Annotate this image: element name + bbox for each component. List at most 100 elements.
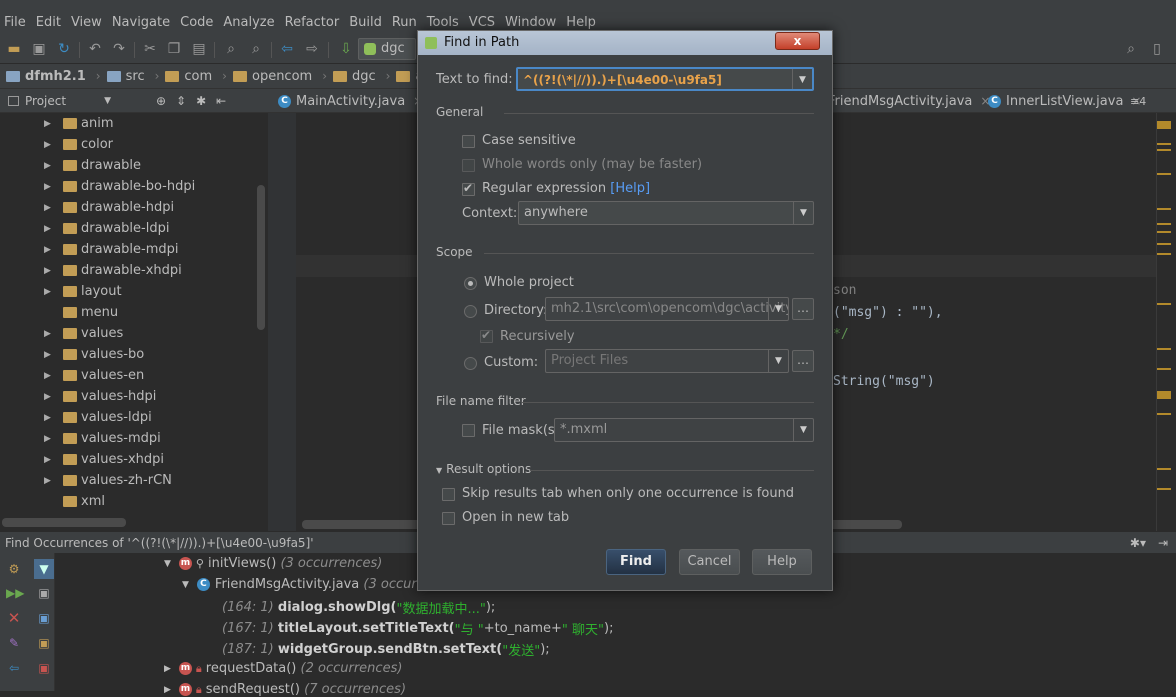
- recursively-checkbox[interactable]: [480, 328, 493, 343]
- whole-project-radio[interactable]: [464, 277, 477, 290]
- chevron-down-icon[interactable]: ▼: [768, 298, 788, 320]
- expand-arrow-icon[interactable]: ▶: [44, 182, 51, 192]
- expand-arrow-icon[interactable]: ▶: [44, 161, 51, 171]
- tree-item[interactable]: ▶ values-en: [0, 365, 268, 386]
- find-icon[interactable]: ⌕: [222, 40, 240, 58]
- forward-icon[interactable]: ⇨: [303, 40, 321, 58]
- result-method[interactable]: ▶ m 🔒︎ sendRequest() (7 occurrences): [164, 682, 406, 697]
- skip-results-checkbox[interactable]: [442, 488, 455, 501]
- tree-item[interactable]: ▶ layout: [0, 281, 268, 302]
- menu-refactor[interactable]: Refactor: [285, 15, 340, 30]
- pin-tab-icon[interactable]: ✎: [6, 635, 22, 651]
- breadcrumb-item[interactable]: dfmh2.1: [6, 69, 86, 84]
- whole-words-checkbox[interactable]: [462, 159, 475, 172]
- chevron-down-icon[interactable]: ▼: [792, 69, 812, 89]
- collapse-all-icon[interactable]: ▣: [36, 635, 52, 651]
- file-mask-label[interactable]: File mask(s): [482, 423, 560, 438]
- expand-arrow-icon[interactable]: ▶: [44, 413, 51, 423]
- expand-arrow-icon[interactable]: ▶: [44, 350, 51, 360]
- help-button[interactable]: Help: [752, 549, 812, 575]
- tree-item[interactable]: ▶ values-xhdpi: [0, 449, 268, 470]
- result-line[interactable]: (164: 1) dialog.showDlg("数据加载中...");: [222, 598, 495, 617]
- tree-item[interactable]: ▶ values: [0, 323, 268, 344]
- find-button[interactable]: Find: [606, 549, 666, 575]
- directory-input[interactable]: mh2.1\src\com\opencom\dgc\activity ▼: [545, 297, 789, 321]
- menu-help[interactable]: Help: [566, 15, 596, 30]
- tree-item[interactable]: ▶ drawable-ldpi: [0, 218, 268, 239]
- tree-item[interactable]: ▶ drawable-hdpi: [0, 197, 268, 218]
- hide-icon[interactable]: ⇥: [1158, 536, 1168, 550]
- expand-arrow-icon[interactable]: ▼: [164, 559, 171, 569]
- menu-run[interactable]: Run: [392, 15, 417, 30]
- text-to-find-input[interactable]: ^((?!(\*|//)).)+[\u4e00-\u9fa5] ▼: [516, 67, 814, 91]
- menu-analyze[interactable]: Analyze: [223, 15, 274, 30]
- rerun-icon[interactable]: ▶▶: [6, 585, 24, 601]
- search-everywhere-icon[interactable]: ⌕: [1122, 40, 1140, 58]
- regex-checkbox[interactable]: [462, 181, 475, 196]
- expand-arrow-icon[interactable]: ▶: [44, 140, 51, 150]
- breadcrumb-item[interactable]: src: [106, 69, 145, 84]
- custom-radio[interactable]: [464, 357, 477, 370]
- filter-icon[interactable]: ▼: [34, 559, 54, 579]
- tree-item[interactable]: ▶ anim: [0, 113, 268, 134]
- open-folder-icon[interactable]: ▬: [5, 40, 23, 58]
- chevron-down-icon[interactable]: ▼: [104, 96, 111, 106]
- context-select[interactable]: anywhere ▼: [518, 201, 814, 225]
- result-line[interactable]: (167: 1) titleLayout.setTitleText("与 " +t…: [222, 619, 613, 638]
- save-icon[interactable]: ▣: [30, 40, 48, 58]
- expand-arrow-icon[interactable]: ▶: [44, 371, 51, 381]
- expand-arrow-icon[interactable]: ▶: [44, 224, 51, 234]
- collapse-icon[interactable]: ⇕: [176, 94, 186, 108]
- expand-arrow-icon[interactable]: ▼: [182, 580, 189, 590]
- chevron-down-icon[interactable]: ▼: [793, 202, 813, 224]
- menu-navigate[interactable]: Navigate: [112, 15, 170, 30]
- close-icon[interactable]: ✕: [6, 610, 22, 626]
- sync-icon[interactable]: ↻: [55, 40, 73, 58]
- gear-icon[interactable]: ✱: [196, 94, 206, 108]
- chevron-down-icon[interactable]: ▼: [768, 350, 788, 372]
- expand-arrow-icon[interactable]: ▶: [44, 119, 51, 129]
- result-method[interactable]: ▼ m ⚲ initViews() (3 occurrences): [164, 556, 382, 571]
- chevron-down-icon[interactable]: ▼: [793, 419, 813, 441]
- tree-scrollbar[interactable]: [257, 185, 265, 330]
- menu-file[interactable]: File: [4, 15, 26, 30]
- tree-item[interactable]: ▶ drawable: [0, 155, 268, 176]
- result-options-toggle[interactable]: ▼ Result options: [436, 462, 531, 476]
- tree-item[interactable]: ▶ values-ldpi: [0, 407, 268, 428]
- open-new-tab-checkbox[interactable]: [442, 512, 455, 525]
- regex-label[interactable]: Regular expression [Help]: [482, 181, 650, 196]
- undo-icon[interactable]: ↶: [86, 40, 104, 58]
- file-mask-select[interactable]: *.mxml ▼: [554, 418, 814, 442]
- case-sensitive-checkbox[interactable]: [462, 135, 475, 148]
- help-icon[interactable]: ▯: [1148, 40, 1166, 58]
- cut-icon[interactable]: ✂: [141, 40, 159, 58]
- tree-item[interactable]: ▶ values-zh-rCN: [0, 470, 268, 491]
- tree-item[interactable]: ▶ values-hdpi: [0, 386, 268, 407]
- custom-label[interactable]: Custom:: [484, 355, 538, 370]
- tree-item[interactable]: ▶ values-mdpi: [0, 428, 268, 449]
- copy-icon[interactable]: ❐: [165, 40, 183, 58]
- breadcrumb-item[interactable]: com: [165, 69, 212, 84]
- group-icon[interactable]: ▣: [36, 585, 52, 601]
- menu-code[interactable]: Code: [180, 15, 213, 30]
- expand-arrow-icon[interactable]: ▶: [44, 476, 51, 486]
- case-sensitive-label[interactable]: Case sensitive: [482, 133, 576, 148]
- breadcrumb-item[interactable]: dgc: [333, 69, 376, 84]
- expand-arrow-icon[interactable]: ▶: [44, 455, 51, 465]
- skip-results-label[interactable]: Skip results tab when only one occurrenc…: [462, 486, 794, 501]
- paste-icon[interactable]: ▤: [190, 40, 208, 58]
- run-config-select[interactable]: dgc: [358, 38, 416, 60]
- expand-arrow-icon[interactable]: ▶: [44, 266, 51, 276]
- gear-icon[interactable]: ✱▾: [1130, 536, 1146, 550]
- whole-words-label[interactable]: Whole words only (may be faster): [482, 157, 702, 172]
- tab-main-activity[interactable]: CMainActivity.java×: [278, 89, 423, 113]
- target-icon[interactable]: ⊕: [156, 94, 166, 108]
- result-line[interactable]: (187: 1) widgetGroup.sendBtn.setText("发送…: [222, 640, 550, 659]
- export-icon[interactable]: ▣: [36, 660, 52, 676]
- directory-radio[interactable]: [464, 305, 477, 318]
- back-icon[interactable]: ⇦: [278, 40, 296, 58]
- previous-icon[interactable]: ⇦: [6, 660, 22, 676]
- regex-help-link[interactable]: [Help]: [610, 181, 650, 196]
- result-file[interactable]: ▼ C FriendMsgActivity.java (3 occurrer: [182, 577, 435, 592]
- expand-all-icon[interactable]: ▣: [36, 610, 52, 626]
